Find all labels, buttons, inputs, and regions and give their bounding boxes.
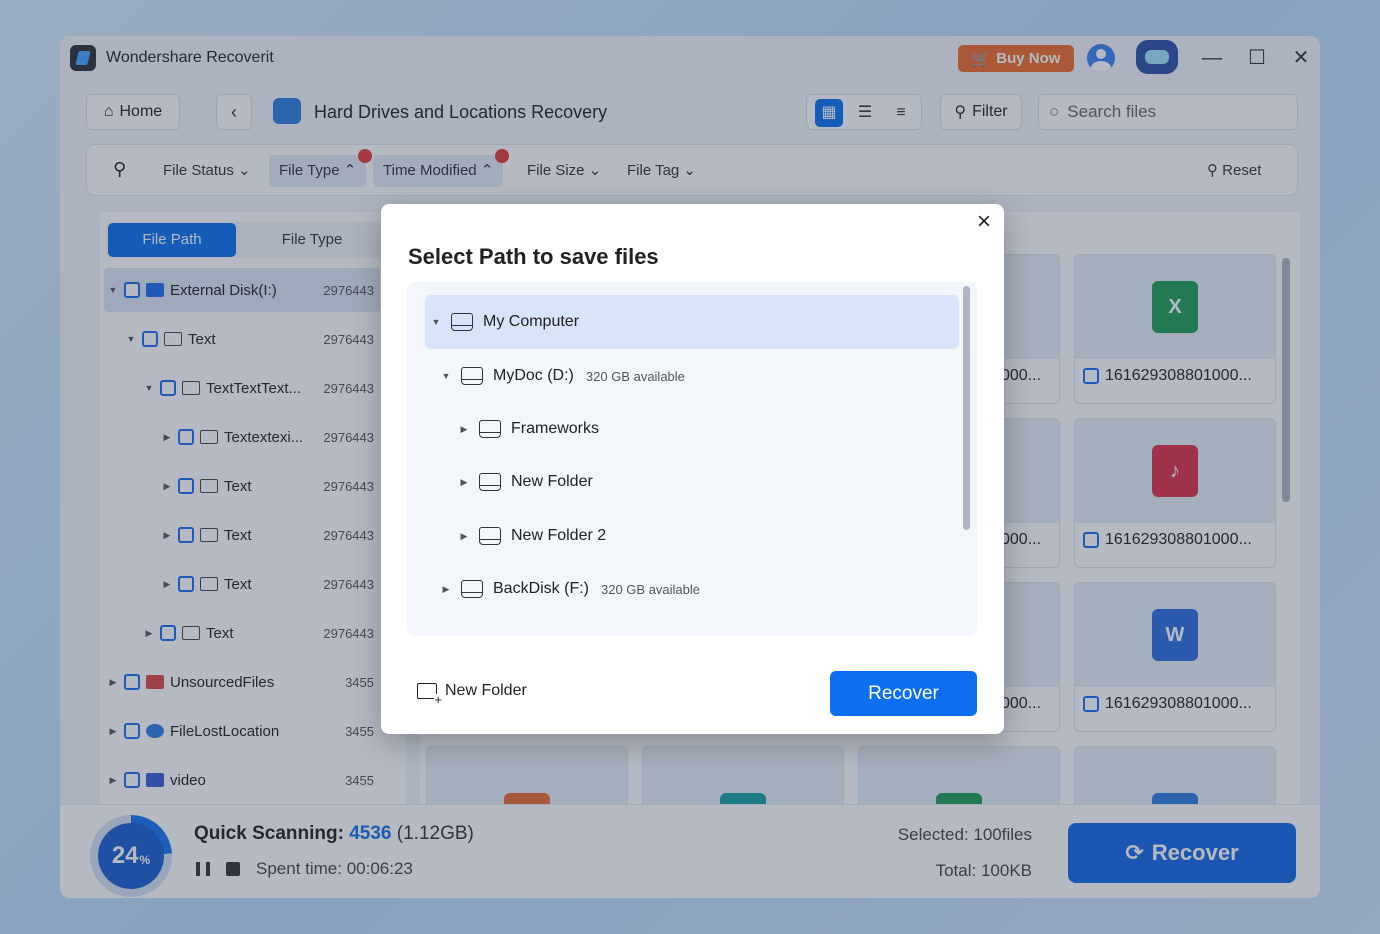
path-item-new-folder[interactable]: ▶ New Folder (425, 455, 959, 509)
new-folder-button[interactable]: New Folder (417, 682, 527, 706)
path-item-mydoc[interactable]: ▼ MyDoc (D:) 320 GB available (425, 349, 959, 403)
close-icon[interactable]: × (972, 210, 996, 234)
path-item-my-computer[interactable]: ▼ My Computer (425, 295, 959, 349)
path-item-new-folder-2[interactable]: ▶ New Folder 2 (425, 509, 959, 563)
caret-down-icon[interactable]: ▼ (435, 371, 457, 381)
drive-icon (461, 367, 483, 385)
caret-down-icon[interactable]: ▼ (425, 317, 447, 327)
recover-button[interactable]: Recover (830, 671, 977, 716)
drive-icon (461, 580, 483, 598)
dialog-title: Select Path to save files (408, 244, 659, 269)
save-path-dialog: × Select Path to save files ▼ My Computer… (381, 204, 1004, 734)
folder-drive-icon (479, 420, 501, 438)
path-scrollbar[interactable] (963, 286, 970, 530)
folder-drive-icon (479, 473, 501, 491)
new-folder-icon (417, 683, 442, 706)
path-label: Frameworks (511, 420, 600, 437)
path-item-backdisk[interactable]: ▶ BackDisk (F:) 320 GB available (425, 562, 959, 616)
path-label: My Computer (483, 313, 580, 330)
path-label: New Folder 2 (511, 527, 607, 544)
caret-right-icon[interactable]: ▶ (435, 584, 457, 595)
caret-right-icon[interactable]: ▶ (453, 424, 475, 435)
path-label: New Folder (511, 473, 593, 490)
available-space: 320 GB available (585, 368, 685, 384)
computer-icon (451, 313, 473, 331)
folder-drive-icon (479, 527, 501, 545)
caret-right-icon[interactable]: ▶ (453, 531, 475, 542)
path-tree: ▼ My Computer ▼ MyDoc (D:) 320 GB available… (407, 282, 977, 636)
path-label: BackDisk (F:) (493, 580, 589, 597)
available-space: 320 GB available (601, 581, 701, 597)
new-folder-label: New Folder (445, 682, 527, 699)
path-label: MyDoc (D:) (493, 367, 574, 384)
caret-right-icon[interactable]: ▶ (453, 477, 475, 488)
path-item-frameworks[interactable]: ▶ Frameworks (425, 402, 959, 456)
